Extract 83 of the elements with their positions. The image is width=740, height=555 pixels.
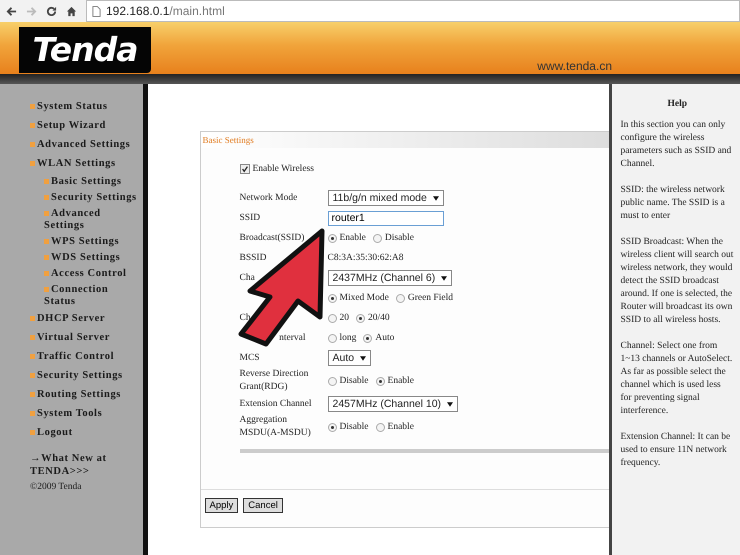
radio-label: Disable	[340, 376, 369, 386]
nav-item[interactable]: Virtual Server	[30, 329, 143, 348]
help-text: Extension Channel: It can be used to ensure 11N network frequency.	[620, 431, 732, 470]
panel-title: Basic Settings	[200, 132, 608, 148]
nav-item[interactable]: DHCP Server	[30, 310, 143, 329]
address-field[interactable]: 192.168.0.1/main.html	[86, 0, 740, 22]
radio-label: Disable	[384, 233, 414, 243]
logo: Tenda	[19, 27, 151, 73]
nav-item[interactable]: System Status	[30, 98, 143, 117]
field-label: Reverse Direction Grant(RDG)	[240, 369, 308, 392]
dropdown[interactable]: 2457MHz (Channel 10)	[328, 396, 458, 412]
copyright: ©2009 Tenda	[30, 482, 82, 492]
nav-item[interactable]: Setup Wizard	[30, 117, 143, 136]
radio-button[interactable]	[328, 334, 336, 342]
dropdown[interactable]: Auto	[328, 350, 372, 366]
field-label: Cha	[240, 272, 255, 282]
form-button[interactable]: Cancel	[243, 498, 283, 513]
nav-item[interactable]: Security Settings	[30, 367, 143, 386]
nav-item[interactable]: Access Control	[44, 266, 143, 282]
site-url: www.tenda.cn	[537, 59, 612, 73]
field-label: BSSID	[240, 252, 266, 262]
caret-icon	[441, 276, 448, 280]
radio-button[interactable]	[396, 294, 405, 302]
checkbox[interactable]	[240, 164, 250, 174]
nav-item[interactable]: Advanced Settings	[44, 206, 143, 234]
radio-button[interactable]	[376, 376, 385, 386]
nav-item[interactable]: Basic Settings	[44, 174, 143, 190]
home-icon[interactable]	[66, 6, 77, 16]
field-label: nterval	[279, 332, 306, 342]
radio-button[interactable]	[328, 376, 336, 386]
radio-button[interactable]	[356, 314, 365, 322]
nav-item[interactable]: Security Settings	[44, 190, 143, 206]
help-title: Help	[666, 98, 688, 111]
nav-item[interactable]: Routing Settings	[30, 386, 143, 405]
help-text: SSID: the wireless network public name. The SSID is a must to enter	[620, 184, 726, 223]
field-label: Broadcast(SSID)	[240, 232, 304, 242]
field-label: MCS	[240, 352, 260, 362]
radio-label: Enable	[340, 233, 366, 243]
caret-icon	[360, 356, 366, 360]
checkbox-label: Enable Wireless	[252, 164, 314, 174]
caret-icon	[432, 196, 439, 200]
nav-item[interactable]: WDS Settings	[44, 250, 143, 266]
radio-button[interactable]	[328, 422, 336, 432]
nav-item[interactable]: System Tools	[30, 405, 143, 424]
help-text: In this section you can only configure the wireless parameters such as SSID and Channel.	[620, 119, 732, 171]
news-link[interactable]: →What New at TENDA>>>	[30, 452, 143, 478]
field-label: Ch	[240, 312, 251, 322]
nav-item[interactable]: WPS Settings	[44, 234, 143, 250]
reload-icon[interactable]	[46, 6, 57, 16]
radio-button[interactable]	[372, 234, 382, 242]
radio-label: Mixed Mode	[340, 293, 389, 303]
radio-button[interactable]	[328, 234, 336, 242]
radio-button[interactable]	[376, 422, 385, 432]
radio-label: 20	[340, 313, 349, 323]
radio-button[interactable]	[328, 294, 336, 302]
nav-item[interactable]: Advanced Settings	[30, 136, 143, 155]
radio-button[interactable]	[328, 314, 336, 322]
form-button[interactable]: Apply	[204, 498, 238, 513]
field-value: C8:3A:35:30:62:A8	[328, 253, 404, 263]
radio-label: Enable	[388, 376, 414, 386]
nav-item[interactable]: Logout	[30, 424, 143, 443]
field-label: Extension Channel	[240, 398, 312, 408]
back-icon[interactable]	[6, 6, 17, 16]
dropdown[interactable]: 11b/g/n mixed mode	[328, 190, 444, 206]
radio-label: Disable	[340, 422, 369, 432]
input-field[interactable]: router1	[328, 210, 444, 226]
radio-label: long	[340, 333, 356, 343]
radio-button[interactable]	[363, 334, 372, 342]
field-label: Aggregation MSDU(A-MSDU)	[240, 415, 311, 438]
field-label: Network Mode	[240, 192, 298, 202]
help-text: Channel: Select one from 1~13 channels or AutoSelect. As far as possible select the channel which is used less for preventing signal interference.	[620, 340, 734, 418]
page-icon	[92, 6, 101, 16]
radio-label: Auto	[375, 333, 394, 343]
radio-label: 20/40	[368, 313, 390, 323]
caret-icon	[447, 402, 454, 406]
nav-item[interactable]: Connection Status	[44, 282, 143, 310]
field-label: SSID	[240, 212, 260, 222]
nav-item[interactable]: Traffic Control	[30, 348, 143, 367]
radio-label: Enable	[388, 422, 414, 432]
dropdown[interactable]: 2437MHz (Channel 6)	[328, 270, 452, 286]
radio-label: Green Field	[408, 293, 453, 303]
nav-item[interactable]: WLAN Settings	[30, 155, 143, 174]
help-text: SSID Broadcast: When the wireless client will search out wireless network, they would detect the SSID broadcast around. If one is selected, the Router will broadcast its own SSID to all wireless hosts.	[620, 236, 734, 327]
